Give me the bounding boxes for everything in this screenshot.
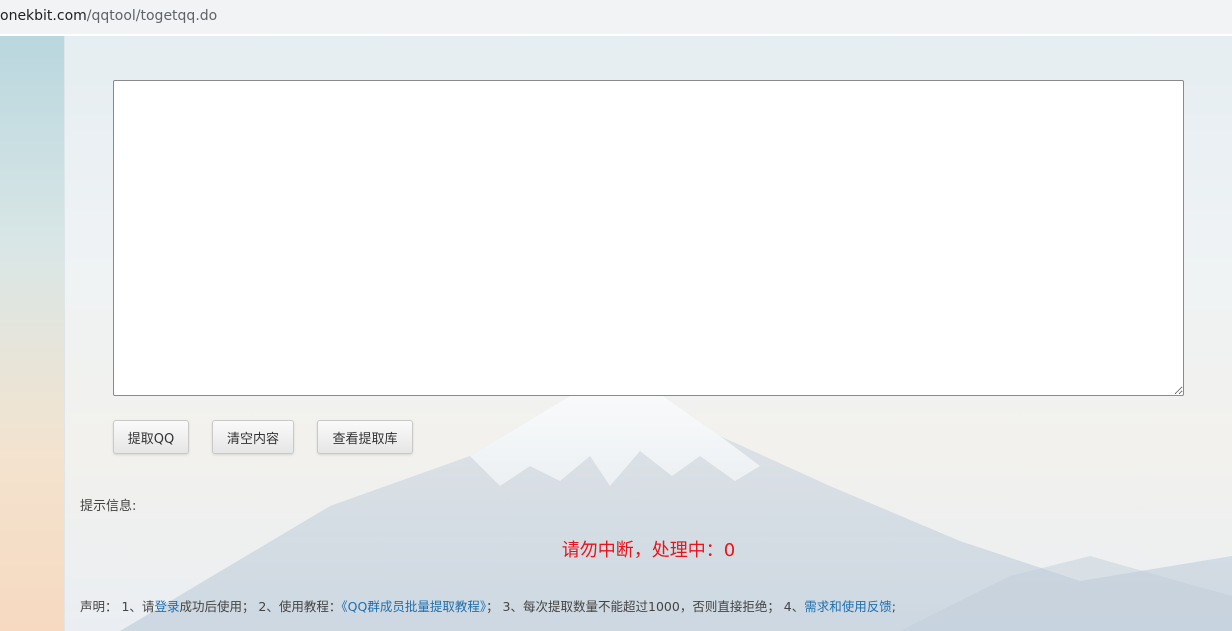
view-library-button[interactable]: 查看提取库 (317, 420, 413, 454)
statement-suffix: ; (891, 599, 896, 614)
tutorial-link[interactable]: 《QQ群成员批量提取教程》 (341, 599, 486, 614)
extract-qq-button[interactable]: 提取QQ (113, 420, 189, 454)
qq-result-textarea[interactable] (113, 80, 1184, 396)
statement-part1: 成功后使用； 2、使用教程： (179, 599, 342, 614)
url-path: /qqtool/togetqq.do (86, 8, 218, 24)
statement-prefix: 声明： 1、请 (80, 599, 155, 614)
login-link[interactable]: 登录 (154, 599, 179, 614)
feedback-link[interactable]: 需求和使用反馈 (804, 599, 892, 614)
processing-status: 请勿中断，处理中：0 (561, 540, 736, 561)
url-host: onekbit.com (0, 8, 87, 24)
address-bar[interactable]: onekbit.com/qqtool/togetqq.do (0, 0, 1232, 35)
hint-info-label: 提示信息: (80, 499, 137, 514)
statement-part2: ； 3、每次提取数量不能超过1000，否则直接拒绝； 4、 (486, 599, 805, 614)
clear-content-button[interactable]: 清空内容 (212, 420, 294, 454)
url-text[interactable]: onekbit.com/qqtool/togetqq.do (0, 8, 217, 24)
statement: 声明： 1、请登录成功后使用； 2、使用教程：《QQ群成员批量提取教程》； 3、… (80, 596, 896, 615)
